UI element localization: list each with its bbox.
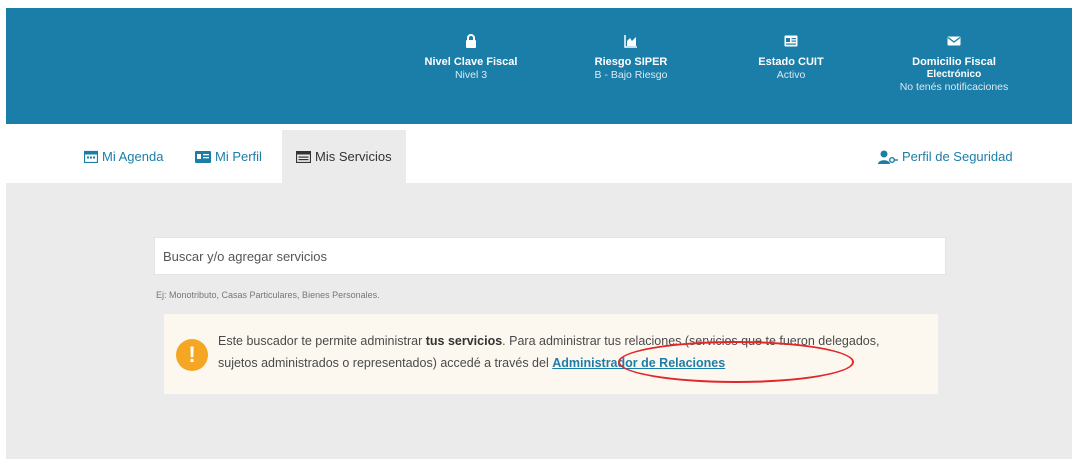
lock-icon	[466, 34, 476, 48]
stat-domicilio-fiscal[interactable]: Domicilio Fiscal Electrónico No tenés no…	[874, 34, 1034, 94]
id-card-icon	[784, 35, 798, 47]
tab-mi-agenda[interactable]: Mi Agenda	[84, 130, 163, 183]
tab-mis-servicios[interactable]: Mis Servicios	[282, 130, 406, 183]
services-icon	[296, 150, 311, 163]
header-bar: Nivel Clave Fiscal Nivel 3 Riesgo SIPER …	[6, 8, 1072, 124]
tab-mi-perfil[interactable]: Mi Perfil	[195, 130, 262, 183]
stat-nivel-clave[interactable]: Nivel Clave Fiscal Nivel 3	[396, 34, 546, 82]
id-card-icon	[195, 150, 211, 163]
stat-title: Domicilio Fiscal	[912, 56, 996, 68]
annotation-circle	[618, 341, 854, 383]
perfil-seguridad-link[interactable]: Perfil de Seguridad	[878, 130, 1013, 183]
warning-icon: !	[176, 339, 208, 371]
tab-label: Mis Servicios	[315, 149, 392, 164]
user-key-icon	[878, 150, 898, 164]
calendar-icon	[84, 150, 98, 163]
stat-value: Activo	[776, 69, 806, 81]
page-frame: Nivel Clave Fiscal Nivel 3 Riesgo SIPER …	[6, 8, 1072, 459]
nav-bar: Mi Agenda Mi Perfil Mis Servicios Perfil…	[6, 124, 1072, 183]
stat-title: Riesgo SIPER	[594, 56, 668, 68]
envelope-icon	[947, 36, 961, 46]
tab-label: Mi Agenda	[102, 149, 164, 164]
notice-text-part1: Este buscador te permite administrar	[218, 334, 426, 348]
stat-value: Nivel 3	[454, 69, 488, 81]
search-hint: Ej: Monotributo, Casas Particulares, Bie…	[156, 290, 380, 300]
notice-text-bold: tus servicios	[425, 334, 503, 348]
stat-title: Estado CUIT	[758, 56, 824, 68]
search-input[interactable]	[154, 237, 946, 275]
stat-estado-cuit[interactable]: Estado CUIT Activo	[716, 34, 866, 82]
stat-value: B - Bajo Riesgo	[594, 69, 668, 81]
security-label: Perfil de Seguridad	[902, 149, 1013, 164]
stat-title-line2: Electrónico	[926, 69, 982, 80]
stat-riesgo-siper[interactable]: Riesgo SIPER B - Bajo Riesgo	[556, 34, 706, 82]
stat-value: No tenés notificaciones	[899, 81, 1009, 93]
tab-label: Mi Perfil	[215, 149, 262, 164]
stat-title: Nivel Clave Fiscal	[424, 56, 518, 68]
area-chart-icon	[624, 35, 637, 48]
